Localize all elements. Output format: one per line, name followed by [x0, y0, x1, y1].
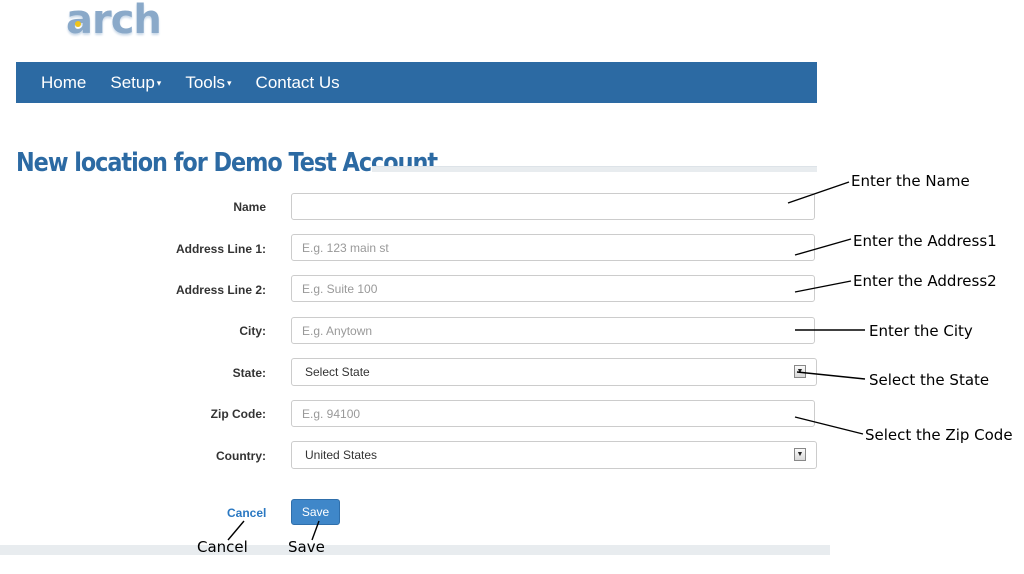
annotation-name: Enter the Name: [851, 172, 970, 190]
callout-line-state: [796, 371, 866, 380]
callout-line-address1: [794, 238, 852, 256]
callout-line-address2: [794, 280, 852, 293]
callout-line-zip: [794, 416, 864, 435]
annotation-save: Save: [288, 538, 325, 556]
annotation-city: Enter the City: [869, 322, 973, 340]
annotation-address2: Enter the Address2: [853, 272, 997, 290]
annotation-address1: Enter the Address1: [853, 232, 997, 250]
annotation-cancel: Cancel: [197, 538, 248, 556]
callout-line-name: [787, 181, 850, 204]
annotation-zip: Select the Zip Code: [865, 426, 1013, 444]
annotation-state: Select the State: [869, 371, 990, 389]
